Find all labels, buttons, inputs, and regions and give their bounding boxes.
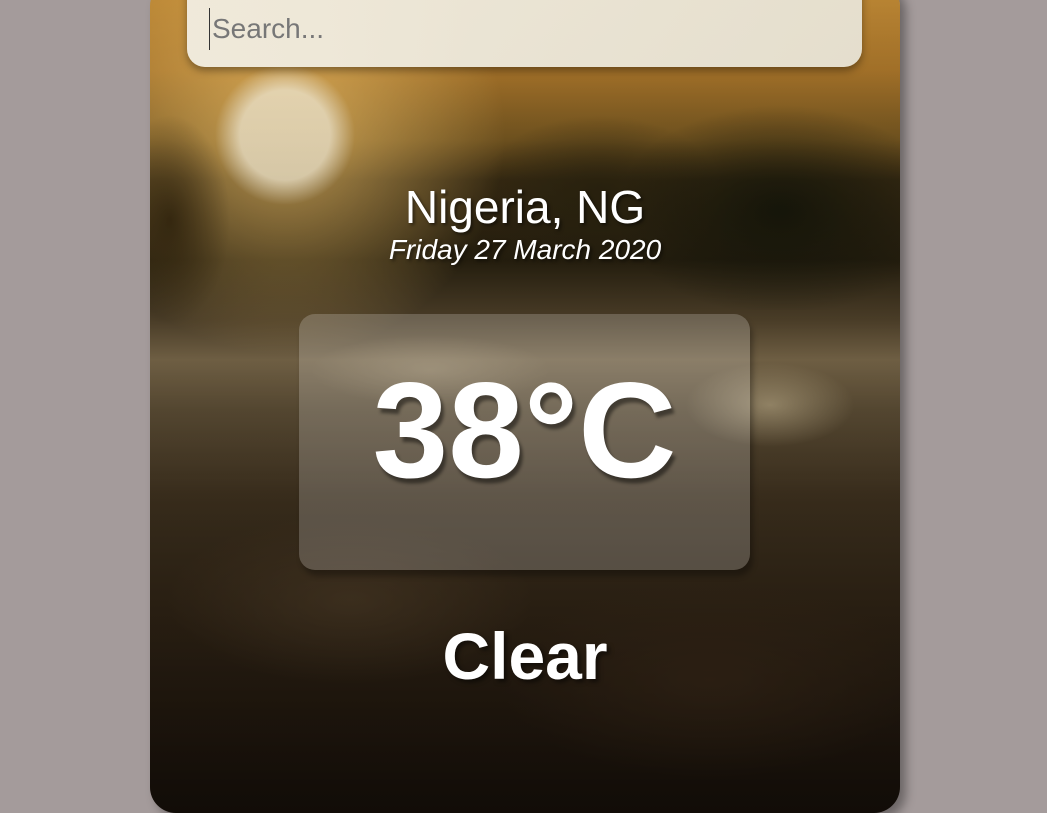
temperature-card: 38°C — [299, 314, 750, 570]
current-date: Friday 27 March 2020 — [388, 234, 662, 265]
weather-app: Nigeria, NG Friday 27 March 2020 38°C Cl… — [150, 0, 900, 813]
search-input[interactable] — [209, 8, 844, 50]
location-name: Nigeria, NG — [404, 181, 646, 233]
search-box — [187, 0, 862, 67]
temperature-value: 38°C — [372, 354, 677, 506]
weather-condition: Clear — [442, 619, 608, 693]
